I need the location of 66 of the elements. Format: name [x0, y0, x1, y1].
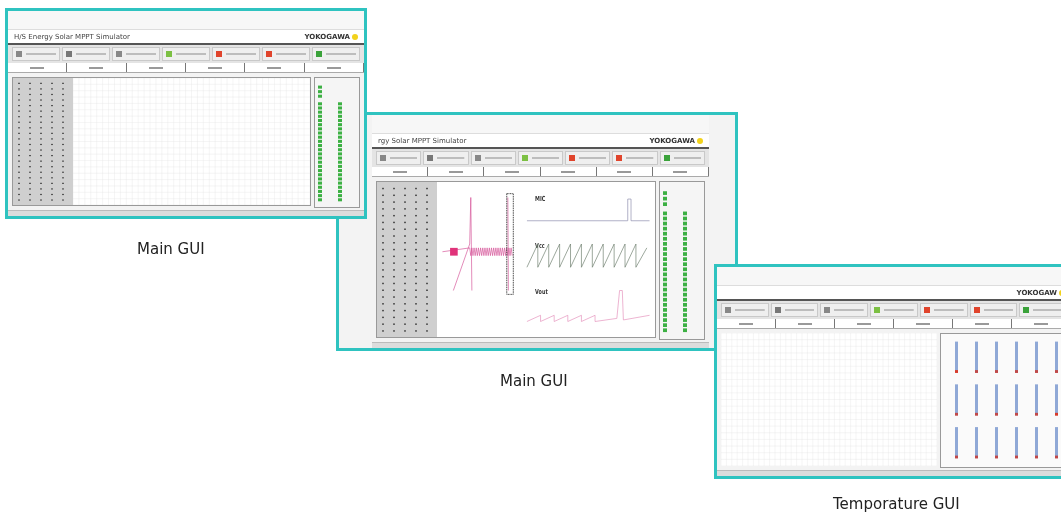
figure-caption: Temporature GUI [833, 495, 960, 513]
toolbar-button[interactable] [820, 303, 869, 317]
text-placeholder-bar [89, 66, 104, 69]
text-placeholder-bar [1034, 322, 1048, 325]
text-placeholder-bar [392, 170, 407, 173]
text-placeholder-bar [739, 322, 753, 325]
toolbar-icon [1023, 307, 1030, 313]
toolbar-button[interactable] [376, 151, 422, 165]
toolbar-icon [923, 307, 930, 313]
figure-caption: Main GUI [500, 372, 568, 390]
text-placeholder-bar [448, 170, 463, 173]
toolbar-button[interactable] [517, 151, 564, 165]
text-placeholder-bar [798, 322, 812, 325]
toolbar-icon [16, 51, 22, 57]
toolbar-icon [824, 307, 831, 313]
toolbar-button[interactable] [612, 151, 658, 165]
toolbar-button[interactable] [212, 47, 260, 61]
toolbar-icon [569, 155, 576, 161]
toolbar-icon [116, 51, 122, 57]
toolbar-icon [616, 155, 623, 161]
toolbar-icon [663, 155, 670, 161]
toolbar-button[interactable] [969, 303, 1018, 317]
text-placeholder-bar [857, 322, 871, 325]
toolbar-icon [166, 51, 172, 57]
text-placeholder-bar [267, 66, 282, 69]
toolbar-button[interactable] [262, 47, 310, 61]
toolbar-icon [774, 307, 781, 313]
toolbar-button[interactable] [162, 47, 210, 61]
text-placeholder-bar [504, 170, 519, 173]
toolbar-button[interactable] [721, 303, 769, 317]
toolbar-button[interactable] [770, 303, 819, 317]
toolbar-icon [874, 307, 881, 313]
toolbar-icon [973, 307, 980, 313]
text-placeholder-bar [975, 322, 989, 325]
highlight-block [450, 247, 458, 256]
toolbar-icon [266, 51, 272, 57]
toolbar-button[interactable] [423, 151, 469, 165]
text-placeholder-bar [916, 322, 930, 325]
toolbar-icon [474, 155, 481, 161]
text-placeholder-bar [30, 66, 45, 69]
sun-icon [352, 33, 358, 40]
toolbar-icon [725, 307, 731, 313]
toolbar-button[interactable] [565, 151, 611, 165]
toolbar-button[interactable] [659, 151, 705, 165]
text-placeholder-bar [208, 66, 223, 69]
toolbar-icon [521, 155, 528, 161]
toolbar-icon [216, 51, 222, 57]
toolbar-icon [380, 155, 386, 161]
toolbar-button[interactable] [112, 47, 160, 61]
toolbar-button[interactable] [1019, 303, 1061, 317]
toolbar-icon [316, 51, 322, 57]
figure-caption: Main GUI [137, 240, 205, 258]
text-placeholder-bar [673, 170, 688, 173]
sun-icon [697, 137, 703, 144]
toolbar-button[interactable] [870, 303, 918, 317]
toolbar-button[interactable] [312, 47, 360, 61]
text-placeholder-bar [561, 170, 576, 173]
toolbar-button[interactable] [62, 47, 110, 61]
toolbar-button[interactable] [919, 303, 968, 317]
toolbar-icon [427, 155, 434, 161]
text-placeholder-bar [326, 66, 341, 69]
toolbar-button[interactable] [470, 151, 516, 165]
toolbar-icon [66, 51, 72, 57]
text-placeholder-bar [617, 170, 632, 173]
toolbar-button[interactable] [12, 47, 60, 61]
text-placeholder-bar [148, 66, 163, 69]
